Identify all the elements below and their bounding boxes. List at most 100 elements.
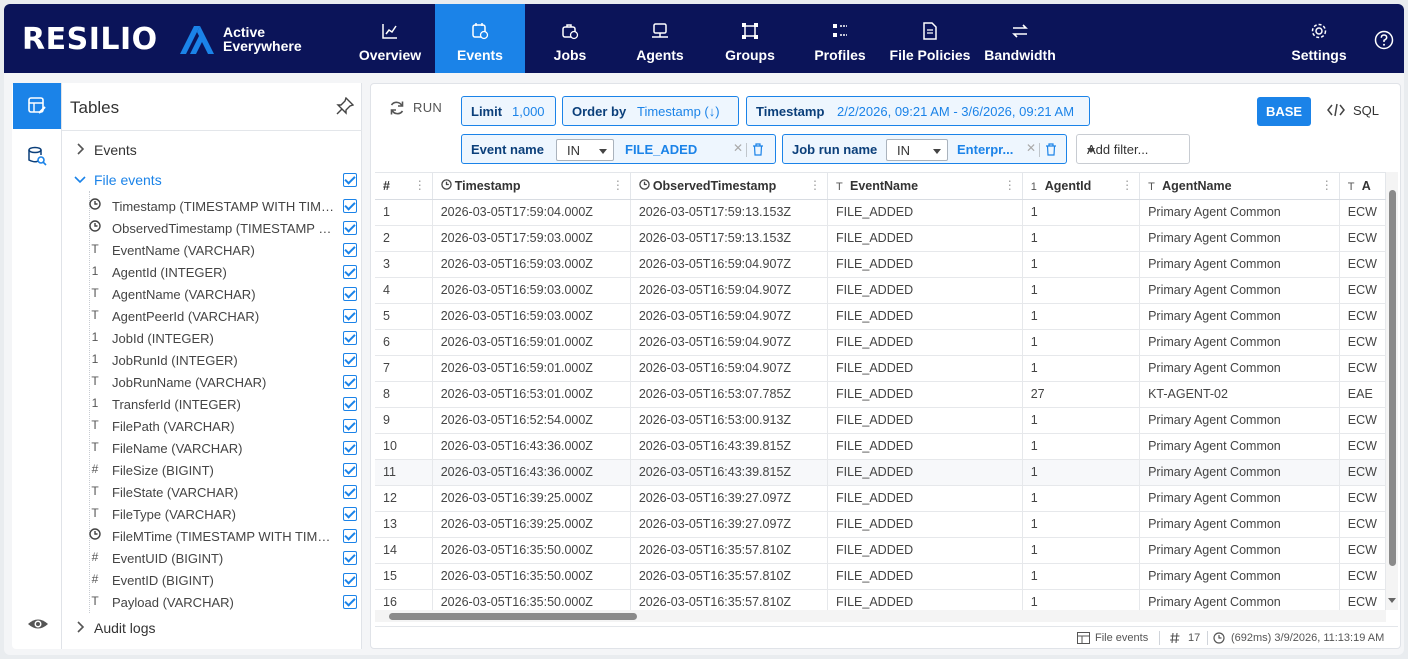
table-cell[interactable]: 1: [1022, 225, 1141, 252]
column-item[interactable]: T FileType (VARCHAR): [62, 503, 362, 525]
trash-icon[interactable]: [752, 143, 764, 156]
vertical-scroll-thumb[interactable]: [1389, 190, 1396, 566]
table-cell[interactable]: 2026-03-05T16:59:04.907Z: [630, 329, 828, 356]
column-menu-icon[interactable]: ⋮: [809, 178, 821, 192]
table-cell[interactable]: 1: [375, 199, 433, 226]
table-row[interactable]: 15 2026-03-05T16:35:50.000Z 2026-03-05T16:…: [375, 563, 1386, 590]
column-menu-icon[interactable]: ⋮: [1121, 178, 1133, 192]
trash-icon[interactable]: [1045, 143, 1057, 156]
column-menu-icon[interactable]: ⋮: [612, 178, 624, 192]
column-item[interactable]: T JobRunName (VARCHAR): [62, 371, 362, 393]
table-cell[interactable]: ECW: [1339, 199, 1386, 226]
help-icon[interactable]: [1374, 30, 1394, 50]
column-checkbox[interactable]: [343, 221, 357, 235]
table-row[interactable]: 1 2026-03-05T17:59:04.000Z 2026-03-05T17:5…: [375, 199, 1386, 226]
table-cell[interactable]: 2026-03-05T16:59:03.000Z: [432, 303, 631, 330]
column-item[interactable]: 1 JobRunId (INTEGER): [62, 349, 362, 371]
table-cell[interactable]: 11: [375, 459, 433, 486]
table-cell[interactable]: 2026-03-05T16:35:50.000Z: [432, 563, 631, 590]
column-checkbox[interactable]: [343, 485, 357, 499]
table-row[interactable]: 9 2026-03-05T16:52:54.000Z 2026-03-05T16:5…: [375, 407, 1386, 434]
table-row[interactable]: 5 2026-03-05T16:59:03.000Z 2026-03-05T16:5…: [375, 303, 1386, 330]
table-row[interactable]: 12 2026-03-05T16:39:25.000Z 2026-03-05T16:…: [375, 485, 1386, 512]
table-cell[interactable]: 2026-03-05T16:52:54.000Z: [432, 407, 631, 434]
table-cell[interactable]: ECW: [1339, 433, 1386, 460]
column-checkbox[interactable]: [343, 595, 357, 609]
table-cell[interactable]: FILE_ADDED: [827, 511, 1023, 538]
column-checkbox[interactable]: [343, 353, 357, 367]
column-item[interactable]: # FileSize (BIGINT): [62, 459, 362, 481]
tree-item-audit-logs[interactable]: Audit logs: [62, 617, 362, 639]
table-cell[interactable]: Primary Agent Common: [1139, 589, 1340, 610]
column-checkbox[interactable]: [343, 441, 357, 455]
table-cell[interactable]: 2: [375, 225, 433, 252]
table-cell[interactable]: 2026-03-05T16:39:27.097Z: [630, 485, 828, 512]
column-menu-icon[interactable]: ⋮: [1321, 178, 1333, 192]
table-cell[interactable]: ECW: [1339, 563, 1386, 590]
column-header[interactable]: ObservedTimestamp ⋮: [630, 173, 828, 200]
table-cell[interactable]: 2026-03-05T16:35:57.810Z: [630, 589, 828, 610]
base-mode-button[interactable]: BASE: [1257, 97, 1311, 126]
column-checkbox[interactable]: [343, 507, 357, 521]
table-cell[interactable]: 2026-03-05T16:35:57.810Z: [630, 537, 828, 564]
table-cell[interactable]: FILE_ADDED: [827, 563, 1023, 590]
column-header[interactable]: T EventName ⋮: [827, 173, 1023, 200]
table-cell[interactable]: 27: [1022, 381, 1141, 408]
pin-off-icon[interactable]: [336, 97, 354, 115]
table-cell[interactable]: 15: [375, 563, 433, 590]
table-cell[interactable]: 1: [1022, 563, 1141, 590]
column-item[interactable]: ObservedTimestamp (TIMESTAMP WITH TIMEZO…: [62, 217, 362, 239]
table-cell[interactable]: 2026-03-05T16:43:36.000Z: [432, 459, 631, 486]
filter-event-name[interactable]: Event name IN FILE_ADED ✕: [461, 134, 776, 164]
table-cell[interactable]: 1: [1022, 459, 1141, 486]
table-cell[interactable]: 2026-03-05T16:59:04.907Z: [630, 355, 828, 382]
table-cell[interactable]: 1: [1022, 251, 1141, 278]
table-cell[interactable]: Primary Agent Common: [1139, 329, 1340, 356]
table-cell[interactable]: FILE_ADDED: [827, 329, 1023, 356]
rail-tables-button[interactable]: [13, 83, 61, 129]
rail-query-button[interactable]: [13, 133, 61, 179]
table-cell[interactable]: FILE_ADDED: [827, 433, 1023, 460]
table-cell[interactable]: Primary Agent Common: [1139, 251, 1340, 278]
table-cell[interactable]: 1: [1022, 277, 1141, 304]
table-cell[interactable]: ECW: [1339, 251, 1386, 278]
table-cell[interactable]: ECW: [1339, 277, 1386, 304]
table-cell[interactable]: ECW: [1339, 225, 1386, 252]
table-cell[interactable]: Primary Agent Common: [1139, 225, 1340, 252]
table-cell[interactable]: 1: [1022, 485, 1141, 512]
table-cell[interactable]: 2026-03-05T16:39:25.000Z: [432, 485, 631, 512]
clear-icon[interactable]: ✕: [733, 141, 743, 155]
vertical-scrollbar[interactable]: [1386, 172, 1398, 610]
table-cell[interactable]: 2026-03-05T16:53:01.000Z: [432, 381, 631, 408]
scroll-down-arrow-icon[interactable]: [1388, 598, 1396, 603]
table-cell[interactable]: 8: [375, 381, 433, 408]
column-header[interactable]: TA: [1339, 173, 1386, 200]
table-row[interactable]: 10 2026-03-05T16:43:36.000Z 2026-03-05T16:…: [375, 433, 1386, 460]
sql-mode-button[interactable]: SQL: [1327, 103, 1379, 120]
column-checkbox[interactable]: [343, 265, 357, 279]
table-cell[interactable]: EAE: [1339, 381, 1386, 408]
column-item[interactable]: 1 JobId (INTEGER): [62, 327, 362, 349]
table-cell[interactable]: 2026-03-05T16:53:07.785Z: [630, 381, 828, 408]
table-cell[interactable]: 2026-03-05T16:35:50.000Z: [432, 537, 631, 564]
column-checkbox[interactable]: [343, 397, 357, 411]
filter-job-run-name-value[interactable]: Enterpr...: [957, 142, 1013, 157]
table-row[interactable]: 4 2026-03-05T16:59:03.000Z 2026-03-05T16:5…: [375, 277, 1386, 304]
table-cell[interactable]: 2026-03-05T17:59:04.000Z: [432, 199, 631, 226]
table-cell[interactable]: 5: [375, 303, 433, 330]
table-cell[interactable]: 12: [375, 485, 433, 512]
column-item[interactable]: # EventUID (BIGINT): [62, 547, 362, 569]
table-cell[interactable]: 2026-03-05T16:59:01.000Z: [432, 329, 631, 356]
table-row[interactable]: 8 2026-03-05T16:53:01.000Z 2026-03-05T16:5…: [375, 381, 1386, 408]
timestamp-range-chip[interactable]: Timestamp 2/2/2026, 09:21 AM - 3/6/2026,…: [746, 96, 1090, 126]
nav-tab-jobs[interactable]: Jobs: [525, 4, 615, 73]
column-header[interactable]: T AgentName ⋮: [1139, 173, 1340, 200]
table-cell[interactable]: 9: [375, 407, 433, 434]
table-cell[interactable]: 2026-03-05T16:59:03.000Z: [432, 277, 631, 304]
table-cell[interactable]: KT-AGENT-02: [1139, 381, 1340, 408]
table-cell[interactable]: ECW: [1339, 407, 1386, 434]
table-cell[interactable]: 10: [375, 433, 433, 460]
table-cell[interactable]: 1: [1022, 199, 1141, 226]
nav-tab-bandwidth[interactable]: Bandwidth: [975, 4, 1065, 73]
filter-event-name-operator[interactable]: IN: [556, 139, 614, 161]
